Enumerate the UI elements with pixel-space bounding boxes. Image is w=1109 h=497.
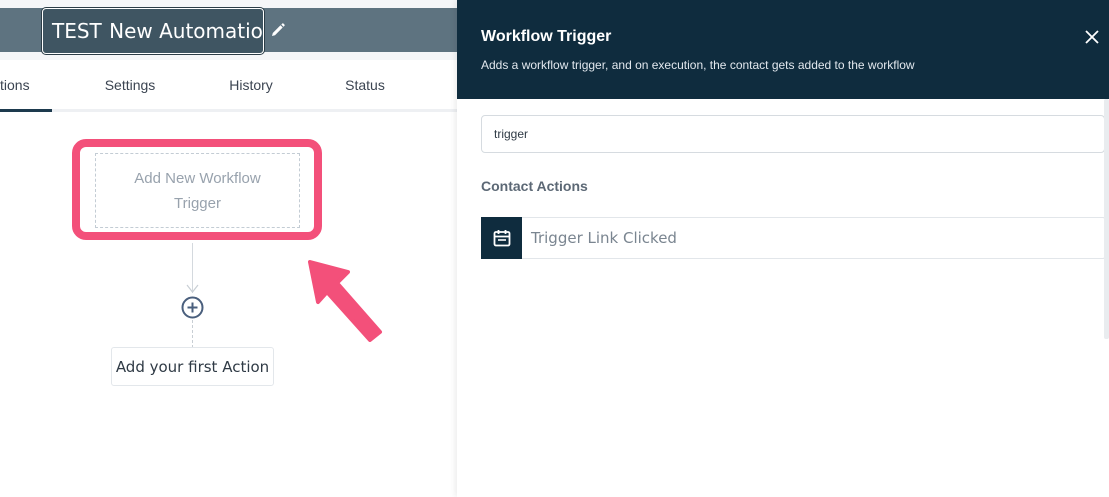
trigger-option-link-clicked[interactable]: Trigger Link Clicked (481, 217, 1105, 259)
drawer-header: Workflow Trigger Adds a workflow trigger… (457, 0, 1109, 99)
pencil-icon[interactable] (270, 22, 286, 38)
section-title-contact-actions: Contact Actions (481, 178, 588, 194)
drawer-subtitle: Adds a workflow trigger, and on executio… (481, 58, 915, 72)
workflow-builder: TEST New Automation tions Settings Histo… (0, 0, 457, 497)
tab-history[interactable]: History (212, 60, 290, 109)
tab-actions[interactable]: tions (0, 60, 52, 112)
drawer-scrollbar[interactable] (1104, 99, 1109, 339)
calendar-icon (493, 230, 510, 247)
builder-topbar: TEST New Automation (0, 0, 457, 60)
add-step-icon[interactable] (181, 296, 204, 319)
connector-dashed-line (192, 320, 193, 348)
close-icon[interactable] (1084, 29, 1100, 45)
workflow-name-part1: TEST (52, 19, 109, 43)
add-trigger-card[interactable]: Add New Workflow Trigger (95, 153, 300, 228)
trigger-search-input[interactable] (481, 115, 1105, 153)
connector-arrow-icon (186, 284, 199, 293)
tab-status[interactable]: Status (330, 60, 400, 109)
workflow-name-input[interactable]: TEST New Automation (42, 8, 264, 54)
app-root: TEST New Automation tions Settings Histo… (0, 0, 1109, 497)
workflow-name-part2: New Automation (109, 19, 264, 43)
pointer-arrow-icon (308, 260, 382, 342)
trigger-option-icon-box (481, 217, 522, 259)
workflow-trigger-drawer: Workflow Trigger Adds a workflow trigger… (457, 0, 1109, 497)
drawer-title: Workflow Trigger (481, 28, 612, 45)
builder-tabs: tions Settings History Status (0, 60, 457, 112)
add-first-action-button[interactable]: Add your first Action (111, 347, 274, 386)
trigger-option-label: Trigger Link Clicked (531, 229, 677, 247)
tab-settings[interactable]: Settings (90, 60, 170, 109)
